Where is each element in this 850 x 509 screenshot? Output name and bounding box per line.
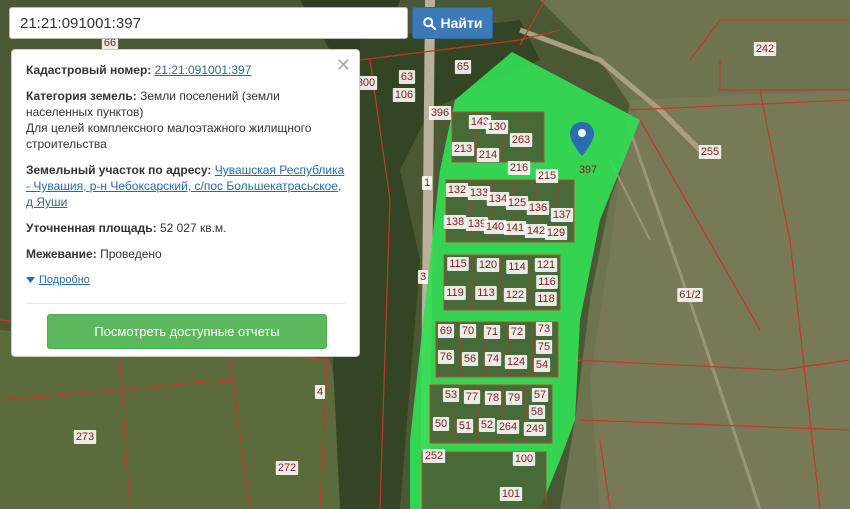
parcel-label-115[interactable]: 115	[449, 258, 467, 270]
parcel-label-77[interactable]: 77	[466, 391, 478, 403]
parcel-label-121[interactable]: 121	[537, 259, 555, 271]
category-purpose: Для целей комплексного малоэтажного жили…	[26, 121, 312, 151]
search-button[interactable]: Найти	[412, 7, 493, 39]
parcel-label-118[interactable]: 118	[537, 293, 555, 305]
parcel-label-133[interactable]: 133	[470, 187, 488, 199]
parcel-label-73[interactable]: 73	[538, 323, 550, 335]
parcel-label-4[interactable]: 4	[317, 386, 323, 398]
parcel-label-65[interactable]: 65	[457, 61, 469, 73]
parcel-label-138[interactable]: 138	[446, 216, 464, 228]
cadastral-label: Кадастровый номер:	[26, 63, 152, 77]
panel-divider	[26, 303, 345, 304]
parcel-label-141[interactable]: 141	[506, 222, 524, 234]
address-row: Земельный участок по адресу: Чувашская Р…	[26, 162, 345, 210]
caret-down-icon	[26, 277, 35, 283]
details-toggle[interactable]: Подробно	[26, 272, 345, 288]
parcel-label-56[interactable]: 56	[464, 353, 476, 365]
survey-row: Межевание: Проведено	[26, 246, 345, 262]
parcel-label-214[interactable]: 214	[479, 149, 497, 161]
selected-parcel-label[interactable]: 397	[579, 164, 597, 176]
cadastral-row: Кадастровый номер: 21:21:091001:397	[26, 62, 345, 78]
details-label: Подробно	[39, 274, 90, 286]
survey-label: Межевание:	[26, 247, 97, 261]
parcel-label-51[interactable]: 51	[459, 420, 471, 432]
parcel-label-101[interactable]: 101	[502, 488, 520, 500]
parcel-label-215[interactable]: 215	[538, 170, 556, 182]
parcel-label-122[interactable]: 122	[506, 289, 524, 301]
parcel-label-1[interactable]: 1	[424, 177, 430, 189]
parcel-label-54[interactable]: 54	[536, 359, 548, 371]
parcel-label-137[interactable]: 137	[553, 209, 571, 221]
area-value: 52 027 кв.м.	[159, 221, 227, 235]
parcel-label-140[interactable]: 140	[486, 221, 504, 233]
parcel-label-106[interactable]: 106	[395, 89, 413, 101]
parcel-label-272[interactable]: 272	[278, 462, 296, 474]
parcel-label-142[interactable]: 142	[527, 225, 545, 237]
search-input[interactable]	[9, 7, 408, 39]
parcel-label-136[interactable]: 136	[529, 202, 547, 214]
parcel-label-132[interactable]: 132	[448, 184, 466, 196]
parcel-label-57[interactable]: 57	[534, 389, 546, 401]
parcel-label-242[interactable]: 242	[756, 43, 774, 55]
parcel-label-120[interactable]: 120	[479, 259, 497, 271]
parcel-label-119[interactable]: 119	[446, 287, 464, 299]
parcel-label-69[interactable]: 69	[440, 325, 452, 337]
parcel-label-130[interactable]: 130	[488, 121, 506, 133]
parcel-label-50[interactable]: 50	[435, 418, 447, 430]
area-row: Уточненная площадь: 52 027 кв.м.	[26, 220, 345, 236]
area-label: Уточненная площадь:	[26, 221, 157, 235]
parcel-label-70[interactable]: 70	[462, 325, 474, 337]
category-label: Категория земель:	[26, 89, 137, 103]
parcel-label-53[interactable]: 53	[445, 389, 457, 401]
parcel-label-129[interactable]: 129	[547, 227, 565, 239]
search-icon	[422, 16, 436, 30]
parcel-label-116[interactable]: 116	[538, 276, 556, 288]
parcel-label-396[interactable]: 396	[431, 107, 449, 119]
parcel-label-74[interactable]: 74	[487, 353, 499, 365]
parcel-label-273[interactable]: 273	[76, 431, 94, 443]
survey-value: Проведено	[100, 247, 162, 261]
parcel-label-252[interactable]: 252	[425, 450, 443, 462]
parcel-label-124[interactable]: 124	[507, 356, 525, 368]
search-button-label: Найти	[440, 15, 483, 31]
parcel-label-58[interactable]: 58	[531, 406, 543, 418]
cadastral-link[interactable]: 21:21:091001:397	[155, 63, 252, 77]
parcel-label-113[interactable]: 113	[477, 287, 495, 299]
parcel-label-3[interactable]: 3	[420, 271, 426, 283]
parcel-label-76[interactable]: 76	[440, 351, 452, 363]
parcel-label-125[interactable]: 125	[508, 197, 526, 209]
parcel-label-213[interactable]: 213	[454, 143, 472, 155]
parcel-label-61-2[interactable]: 61/2	[679, 289, 700, 301]
parcel-label-100[interactable]: 100	[515, 453, 533, 465]
parcel-label-249[interactable]: 249	[526, 423, 544, 435]
close-icon[interactable]: ✕	[336, 56, 351, 74]
parcel-label-263[interactable]: 263	[512, 134, 530, 146]
address-label: Земельный участок по адресу:	[26, 163, 212, 177]
parcel-label-139[interactable]: 139	[468, 218, 486, 230]
parcel-label-255[interactable]: 255	[701, 146, 719, 158]
parcel-info-panel: ✕ Кадастровый номер: 21:21:091001:397 Ка…	[11, 49, 360, 357]
parcel-label-216[interactable]: 216	[510, 162, 528, 174]
parcel-label-75[interactable]: 75	[538, 341, 550, 353]
parcel-label-78[interactable]: 78	[487, 392, 499, 404]
parcel-label-134[interactable]: 134	[489, 193, 507, 205]
parcel-label-72[interactable]: 72	[511, 326, 523, 338]
parcel-label-52[interactable]: 52	[481, 419, 493, 431]
view-reports-button[interactable]: Посмотреть доступные отчеты	[47, 314, 327, 349]
parcel-label-264[interactable]: 264	[499, 421, 517, 433]
parcel-label-71[interactable]: 71	[486, 326, 498, 338]
parcel-label-79[interactable]: 79	[508, 392, 520, 404]
parcel-label-63[interactable]: 63	[401, 71, 413, 83]
parcel-label-114[interactable]: 114	[508, 261, 526, 273]
category-row: Категория земель: Земли поселений (земли…	[26, 88, 345, 152]
